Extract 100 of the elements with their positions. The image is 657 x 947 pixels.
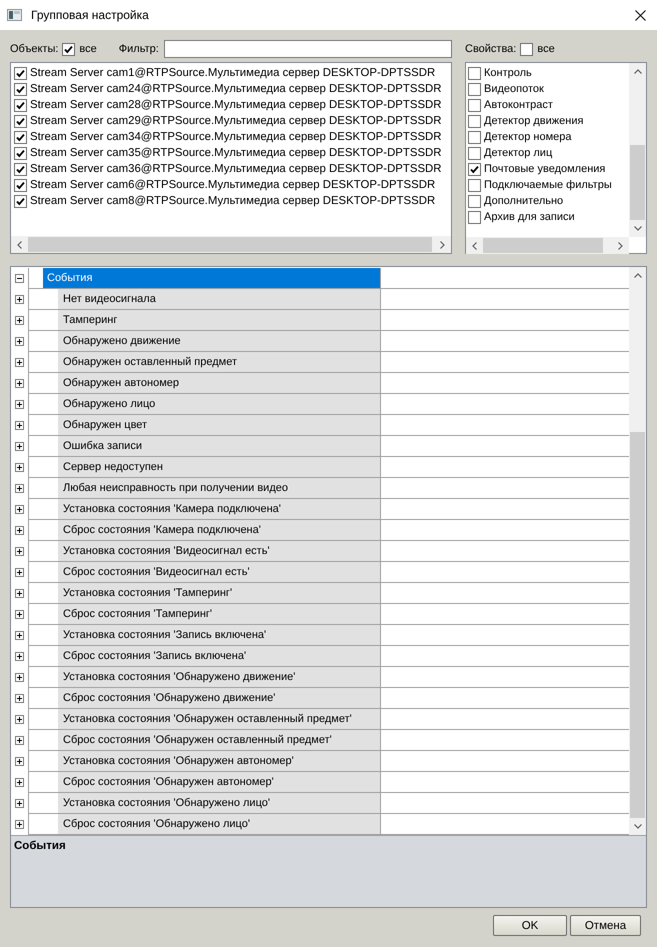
checkbox[interactable] <box>14 146 27 160</box>
plus-box-icon[interactable] <box>15 379 24 388</box>
checkbox[interactable] <box>14 178 27 192</box>
property-name-cell[interactable]: Обнаружено движение <box>58 331 380 351</box>
property-name-cell[interactable]: Установка состояния 'Запись включена' <box>58 625 380 645</box>
property-name-cell[interactable]: Сброс состояния 'Обнаружен автономер' <box>58 772 380 792</box>
plus-box-icon[interactable] <box>15 631 24 640</box>
property-name-cell[interactable]: Нет видеосигнала <box>58 289 380 309</box>
scroll-left-icon[interactable] <box>472 242 477 250</box>
plus-box-icon[interactable] <box>15 736 24 745</box>
scroll-down-icon[interactable] <box>634 226 642 231</box>
plus-box-icon[interactable] <box>15 526 24 535</box>
scroll-left-icon[interactable] <box>17 240 22 248</box>
plus-box-icon[interactable] <box>15 757 24 766</box>
plus-box-icon[interactable] <box>15 673 24 682</box>
checkbox[interactable] <box>468 82 481 96</box>
checkbox[interactable] <box>468 130 481 144</box>
object-item[interactable]: Stream Server cam36@RTPSource.Мультимедиа сервер DESKTOP-DPTSSDR <box>30 163 442 175</box>
object-item[interactable]: Stream Server cam1@RTPSource.Мультимедиа сервер DESKTOP-DPTSSDR <box>30 67 436 79</box>
vertical-scrollbar[interactable] <box>629 63 646 237</box>
property-name-cell[interactable]: Сброс состояния 'Обнаружено движение' <box>58 688 380 708</box>
checkbox[interactable] <box>14 114 27 128</box>
property-name-cell[interactable]: Ошибка записи <box>58 436 380 456</box>
property-name-cell[interactable]: Обнаружен цвет <box>58 415 380 435</box>
property-item[interactable]: Подключаемые фильтры <box>484 179 612 191</box>
checkbox[interactable] <box>520 42 534 56</box>
plus-box-icon[interactable] <box>15 547 24 556</box>
property-name-cell[interactable]: Установка состояния 'Обнаружено движение' <box>58 667 380 687</box>
property-name-cell[interactable]: Установка состояния 'Камера подключена' <box>58 499 380 519</box>
property-item[interactable]: Дополнительно <box>484 195 564 207</box>
scroll-right-icon[interactable] <box>440 240 445 248</box>
object-item[interactable]: Stream Server cam6@RTPSource.Мультимедиа сервер DESKTOP-DPTSSDR <box>30 179 436 191</box>
checkbox[interactable] <box>14 82 27 96</box>
vertical-scrollbar[interactable] <box>629 267 646 835</box>
property-item[interactable]: Детектор движения <box>484 115 584 127</box>
plus-box-icon[interactable] <box>15 442 24 451</box>
checkbox[interactable] <box>468 178 481 192</box>
object-item[interactable]: Stream Server cam24@RTPSource.Мультимедиа сервер DESKTOP-DPTSSDR <box>30 83 442 95</box>
horizontal-scrollbar[interactable] <box>11 236 451 253</box>
scroll-down-icon[interactable] <box>634 824 642 829</box>
plus-box-icon[interactable] <box>15 505 24 514</box>
property-name-cell[interactable]: Обнаружено лицо <box>58 394 380 414</box>
checkbox[interactable] <box>468 162 481 176</box>
checkbox[interactable] <box>14 98 27 112</box>
property-name-cell[interactable]: Сброс состояния 'Запись включена' <box>58 646 380 666</box>
checkbox[interactable] <box>468 194 481 208</box>
plus-box-icon[interactable] <box>15 421 24 430</box>
checkbox[interactable] <box>468 146 481 160</box>
object-item[interactable]: Stream Server cam29@RTPSource.Мультимедиа сервер DESKTOP-DPTSSDR <box>30 115 442 127</box>
plus-box-icon[interactable] <box>15 463 24 472</box>
property-item[interactable]: Почтовые уведомления <box>484 163 606 175</box>
property-name-cell[interactable]: Любая неисправность при получении видео <box>58 478 380 498</box>
plus-box-icon[interactable] <box>15 799 24 808</box>
property-item[interactable]: Детектор лиц <box>484 147 552 159</box>
filter-field[interactable] <box>164 40 452 58</box>
plus-box-icon[interactable] <box>15 295 24 304</box>
plus-box-icon[interactable] <box>15 568 24 577</box>
property-name-cell[interactable]: Сброс состояния 'Обнаружено лицо' <box>58 814 380 834</box>
property-item[interactable]: Контроль <box>484 67 532 79</box>
property-name-cell[interactable]: Установка состояния 'Обнаружен автономер' <box>58 751 380 771</box>
checkbox[interactable] <box>14 130 27 144</box>
property-name-cell[interactable]: Установка состояния 'Обнаружен оставленный предмет' <box>58 709 380 729</box>
checkbox[interactable] <box>468 98 481 112</box>
scrollbar-thumb[interactable] <box>630 145 645 220</box>
property-name-cell[interactable]: События <box>43 268 380 288</box>
property-name-cell[interactable]: Сервер недоступен <box>58 457 380 477</box>
property-name-cell[interactable]: Установка состояния 'Тамперинг' <box>58 583 380 603</box>
plus-box-icon[interactable] <box>15 694 24 703</box>
plus-box-icon[interactable] <box>15 778 24 787</box>
plus-box-icon[interactable] <box>15 610 24 619</box>
plus-box-icon[interactable] <box>15 316 24 325</box>
scroll-right-icon[interactable] <box>618 242 623 250</box>
scroll-up-icon[interactable] <box>634 273 642 278</box>
property-name-cell[interactable]: Установка состояния 'Обнаружено лицо' <box>58 793 380 813</box>
checkbox[interactable] <box>14 162 27 176</box>
scroll-up-icon[interactable] <box>634 69 642 74</box>
object-item[interactable]: Stream Server cam34@RTPSource.Мультимедиа сервер DESKTOP-DPTSSDR <box>30 131 442 143</box>
plus-box-icon[interactable] <box>15 652 24 661</box>
checkbox[interactable] <box>14 194 27 208</box>
checkbox[interactable] <box>468 66 481 80</box>
property-item[interactable]: Детектор номера <box>484 131 572 143</box>
scrollbar-thumb[interactable] <box>630 432 645 818</box>
cancel-button[interactable]: Отмена <box>570 915 641 936</box>
horizontal-scrollbar[interactable] <box>466 237 629 254</box>
plus-box-icon[interactable] <box>15 715 24 724</box>
object-item[interactable]: Stream Server cam28@RTPSource.Мультимедиа сервер DESKTOP-DPTSSDR <box>30 99 442 111</box>
object-item[interactable]: Stream Server cam8@RTPSource.Мультимедиа сервер DESKTOP-DPTSSDR <box>30 195 436 207</box>
plus-box-icon[interactable] <box>15 337 24 346</box>
property-item[interactable]: Автоконтраст <box>484 99 553 111</box>
checkbox[interactable] <box>62 42 76 56</box>
scrollbar-thumb[interactable] <box>483 238 603 253</box>
property-name-cell[interactable]: Установка состояния 'Видеосигнал есть' <box>58 541 380 561</box>
scrollbar-thumb[interactable] <box>28 237 432 252</box>
ok-button[interactable]: OK <box>493 915 567 936</box>
minus-box-icon[interactable] <box>15 274 24 283</box>
property-name-cell[interactable]: Обнаружен оставленный предмет <box>58 352 380 372</box>
plus-box-icon[interactable] <box>15 484 24 493</box>
plus-box-icon[interactable] <box>15 400 24 409</box>
checkbox[interactable] <box>468 114 481 128</box>
checkbox[interactable] <box>14 66 27 80</box>
